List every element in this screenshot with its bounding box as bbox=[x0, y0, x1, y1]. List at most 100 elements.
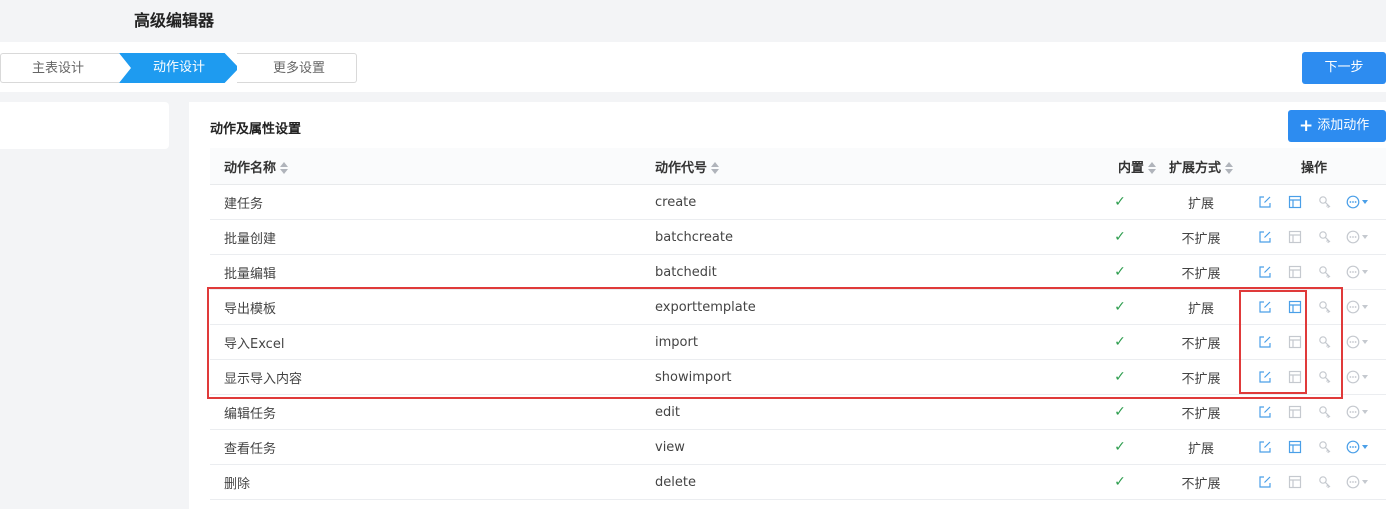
actions-table: 动作名称 动作代号 内置 扩展方式 操作 建任务 create ✓ 扩展 批量创建 bat… bbox=[210, 148, 1386, 500]
layout-icon[interactable] bbox=[1280, 437, 1310, 457]
extension-mode: 不扩展 bbox=[1181, 336, 1221, 352]
more-dropdown[interactable] bbox=[1342, 402, 1372, 422]
edit-icon[interactable] bbox=[1250, 367, 1280, 387]
add-action-label: 添加动作 bbox=[1317, 118, 1370, 133]
edit-icon[interactable] bbox=[1250, 472, 1280, 492]
action-name: 批量编辑 bbox=[224, 266, 277, 282]
more-dropdown[interactable] bbox=[1342, 192, 1372, 212]
col-header-ops: 操作 bbox=[1242, 157, 1386, 176]
key-icon[interactable] bbox=[1310, 227, 1340, 247]
more-dropdown[interactable] bbox=[1342, 297, 1372, 317]
key-icon[interactable] bbox=[1310, 367, 1340, 387]
extension-mode: 不扩展 bbox=[1181, 406, 1221, 422]
action-code: view bbox=[655, 439, 685, 455]
more-icon bbox=[1346, 300, 1360, 314]
sort-icon[interactable] bbox=[711, 162, 720, 174]
sort-icon[interactable] bbox=[1148, 162, 1156, 174]
table-row: 批量创建 batchcreate ✓ 不扩展 bbox=[210, 220, 1386, 255]
action-name: 查看任务 bbox=[224, 441, 277, 457]
sort-icon[interactable] bbox=[1225, 162, 1233, 174]
col-header-code[interactable]: 动作代号 bbox=[640, 157, 1080, 176]
chevron-down-icon bbox=[1362, 200, 1368, 204]
action-code: delete bbox=[655, 474, 696, 490]
action-code: batchedit bbox=[655, 264, 717, 280]
table-row: 批量编辑 batchedit ✓ 不扩展 bbox=[210, 255, 1386, 290]
more-icon bbox=[1346, 475, 1360, 489]
action-code: batchcreate bbox=[655, 229, 733, 245]
more-dropdown[interactable] bbox=[1342, 367, 1372, 387]
layout-icon[interactable] bbox=[1280, 192, 1310, 212]
row-operations bbox=[1242, 437, 1386, 457]
builtin-check-icon: ✓ bbox=[1114, 404, 1126, 420]
add-action-button[interactable]: + 添加动作 bbox=[1288, 110, 1386, 142]
row-operations bbox=[1242, 297, 1386, 317]
layout-icon[interactable] bbox=[1280, 332, 1310, 352]
step-main-design[interactable]: 主表设计 bbox=[0, 53, 119, 83]
row-operations bbox=[1242, 367, 1386, 387]
key-icon[interactable] bbox=[1310, 437, 1340, 457]
step-action-design[interactable]: 动作设计 bbox=[119, 53, 239, 83]
key-icon[interactable] bbox=[1310, 332, 1340, 352]
more-icon bbox=[1346, 335, 1360, 349]
edit-icon[interactable] bbox=[1250, 332, 1280, 352]
layout-icon[interactable] bbox=[1280, 297, 1310, 317]
key-icon[interactable] bbox=[1310, 262, 1340, 282]
key-icon[interactable] bbox=[1310, 297, 1340, 317]
edit-icon[interactable] bbox=[1250, 402, 1280, 422]
steps: 主表设计 动作设计 更多设置 bbox=[0, 53, 357, 83]
top-bar: 高级编辑器 bbox=[0, 0, 1386, 40]
edit-icon[interactable] bbox=[1250, 297, 1280, 317]
table-row: 显示导入内容 showimport ✓ 不扩展 bbox=[210, 360, 1386, 395]
edit-icon[interactable] bbox=[1250, 262, 1280, 282]
extension-mode: 不扩展 bbox=[1181, 476, 1221, 492]
action-name: 显示导入内容 bbox=[224, 371, 303, 387]
chevron-down-icon bbox=[1362, 375, 1368, 379]
extension-mode: 不扩展 bbox=[1181, 266, 1221, 282]
builtin-check-icon: ✓ bbox=[1114, 439, 1126, 455]
key-icon[interactable] bbox=[1310, 402, 1340, 422]
col-name-label: 动作名称 bbox=[224, 160, 277, 176]
more-icon bbox=[1346, 265, 1360, 279]
sort-icon[interactable] bbox=[280, 162, 289, 174]
next-button[interactable]: 下一步 bbox=[1302, 52, 1386, 84]
key-icon[interactable] bbox=[1310, 192, 1340, 212]
layout-icon[interactable] bbox=[1280, 472, 1310, 492]
row-operations bbox=[1242, 192, 1386, 212]
action-name: 导出模板 bbox=[224, 301, 277, 317]
extension-mode: 扩展 bbox=[1187, 441, 1214, 457]
edit-icon[interactable] bbox=[1250, 192, 1280, 212]
layout-icon[interactable] bbox=[1280, 262, 1310, 282]
layout-icon[interactable] bbox=[1280, 402, 1310, 422]
action-name: 导入Excel bbox=[224, 336, 285, 352]
more-dropdown[interactable] bbox=[1342, 332, 1372, 352]
col-header-name[interactable]: 动作名称 bbox=[210, 157, 640, 176]
more-icon bbox=[1346, 195, 1360, 209]
more-icon bbox=[1346, 230, 1360, 244]
action-name: 建任务 bbox=[224, 196, 264, 212]
row-operations bbox=[1242, 262, 1386, 282]
action-code: import bbox=[655, 334, 698, 350]
row-operations bbox=[1242, 402, 1386, 422]
col-ops-label: 操作 bbox=[1300, 160, 1327, 176]
section-title: 动作及属性设置 bbox=[210, 122, 302, 137]
app-title: 高级编辑器 bbox=[134, 11, 215, 30]
table-row: 导入Excel import ✓ 不扩展 bbox=[210, 325, 1386, 360]
edit-icon[interactable] bbox=[1250, 227, 1280, 247]
key-icon[interactable] bbox=[1310, 472, 1340, 492]
chevron-down-icon bbox=[1362, 445, 1368, 449]
left-panel bbox=[0, 102, 169, 149]
more-dropdown[interactable] bbox=[1342, 227, 1372, 247]
col-header-builtin[interactable]: 内置 bbox=[1080, 157, 1160, 176]
edit-icon[interactable] bbox=[1250, 437, 1280, 457]
layout-icon[interactable] bbox=[1280, 367, 1310, 387]
col-header-ext[interactable]: 扩展方式 bbox=[1160, 157, 1242, 176]
builtin-check-icon: ✓ bbox=[1114, 474, 1126, 490]
more-dropdown[interactable] bbox=[1342, 262, 1372, 282]
step-more-settings[interactable]: 更多设置 bbox=[237, 53, 357, 83]
step-bar: 主表设计 动作设计 更多设置 下一步 bbox=[0, 42, 1386, 92]
more-dropdown[interactable] bbox=[1342, 437, 1372, 457]
row-operations bbox=[1242, 472, 1386, 492]
more-dropdown[interactable] bbox=[1342, 472, 1372, 492]
table-row: 查看任务 view ✓ 扩展 bbox=[210, 430, 1386, 465]
layout-icon[interactable] bbox=[1280, 227, 1310, 247]
